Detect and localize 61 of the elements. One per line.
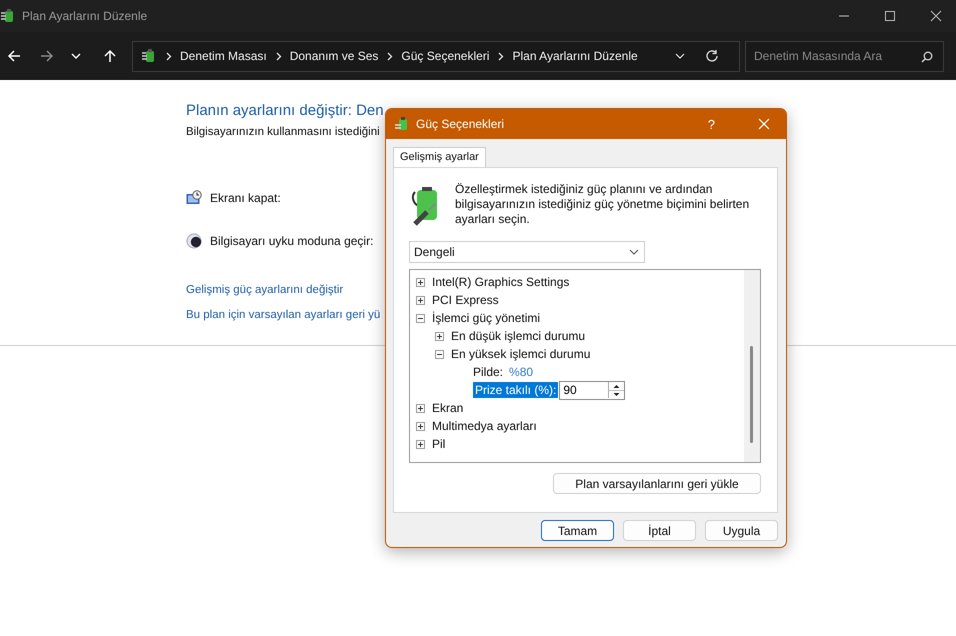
setting-label[interactable]: Prize takılı (%): (473, 382, 558, 398)
page-heading: Planın ayarlarını değiştir: Den (186, 102, 385, 119)
tree-item[interactable]: En yüksek işlemci durumu (451, 347, 590, 361)
chevron-down-icon[interactable] (71, 51, 81, 61)
link[interactable]: Bu plan için varsayılan ayarları geri yü (186, 309, 380, 321)
expand-icon[interactable] (416, 296, 425, 304)
expand-icon[interactable] (416, 404, 425, 412)
tree-item[interactable]: En düşük işlemci durumu (451, 329, 586, 343)
monitor-clock-icon (186, 190, 202, 206)
chevron-right-icon (166, 52, 172, 60)
power-options-icon (0, 8, 16, 24)
chevron-down-icon[interactable] (675, 51, 685, 61)
restore-defaults-button[interactable]: Plan varsayılanlarını geri yükle (553, 473, 761, 494)
battery-plug-icon (394, 116, 410, 132)
address-bar[interactable]: Denetim Masası Donanım ve Ses Güç Seçenekleri Plan Ayarlarını Düzenle (132, 40, 740, 72)
setting-label: Bilgisayarı uyku moduna geçir: (210, 234, 374, 248)
breadcrumb-link[interactable]: Donanım ve Ses (290, 49, 378, 63)
dialog-title: Güç Seçenekleri (416, 117, 506, 131)
search-field[interactable]: Denetim Masasında Ara (745, 40, 944, 72)
tree-item[interactable]: Multimedya ayarları (432, 419, 537, 433)
moon-icon (186, 233, 202, 249)
setting-label: Ekranı kapat: (210, 191, 281, 205)
chevron-down-icon (629, 247, 639, 257)
chevron-right-icon (498, 52, 504, 60)
tree-item[interactable]: Pil (432, 437, 446, 451)
expand-icon[interactable] (416, 422, 425, 430)
link[interactable]: Gelişmiş güç ayarlarını değiştir (186, 284, 344, 296)
breadcrumb-link[interactable]: Güç Seçenekleri (401, 49, 490, 63)
help-button[interactable]: ? (708, 116, 715, 132)
dialog-button[interactable]: Uygula (705, 520, 778, 541)
window-title: Plan Ayarlarını Düzenle (22, 9, 148, 23)
tree-item[interactable]: PCI Express (432, 293, 499, 307)
dialog-button[interactable]: Tamam (541, 520, 614, 541)
back-arrow-icon[interactable] (7, 49, 21, 63)
instruction-text: Özelleştirmek istediğiniz güç planını ve ardından bilgisayarınızın istediğiniz güç yönetme biçimini belirten ayarları seçin. (455, 182, 750, 227)
setting-label: Pilde: (473, 365, 504, 379)
chevron-right-icon (276, 52, 282, 60)
dialog-button[interactable]: İptal (623, 520, 696, 541)
tree-item[interactable]: Intel(R) Graphics Settings (432, 275, 570, 289)
search-icon (921, 50, 933, 62)
breadcrumb-link[interactable]: Denetim Masası (180, 49, 267, 63)
tree-item[interactable]: Ekran (432, 401, 464, 415)
breadcrumb-link[interactable]: Plan Ayarlarını Düzenle (512, 49, 638, 63)
maximize-icon[interactable] (884, 10, 896, 22)
collapse-icon[interactable] (416, 314, 425, 322)
setting-value-link[interactable]: %80 (509, 365, 534, 379)
tab[interactable]: Gelişmiş ayarlar (393, 147, 486, 167)
page-description: Bilgisayarınızın kullanmasını istediğini (186, 126, 381, 138)
refresh-icon[interactable] (705, 49, 719, 63)
chevron-right-icon (387, 52, 394, 60)
value-spinner[interactable]: 90 (559, 380, 626, 400)
scrollbar-thumb[interactable] (750, 346, 753, 443)
expand-icon[interactable] (416, 440, 425, 448)
expand-icon[interactable] (416, 278, 425, 286)
collapse-icon[interactable] (435, 350, 444, 358)
power-options-icon (141, 48, 157, 64)
plan-dropdown[interactable]: Dengeli (409, 241, 645, 263)
tree-item[interactable]: İşlemci güç yönetimi (432, 311, 540, 325)
expand-icon[interactable] (435, 332, 444, 340)
close-icon[interactable] (930, 10, 942, 22)
up-arrow-icon[interactable] (103, 49, 117, 63)
